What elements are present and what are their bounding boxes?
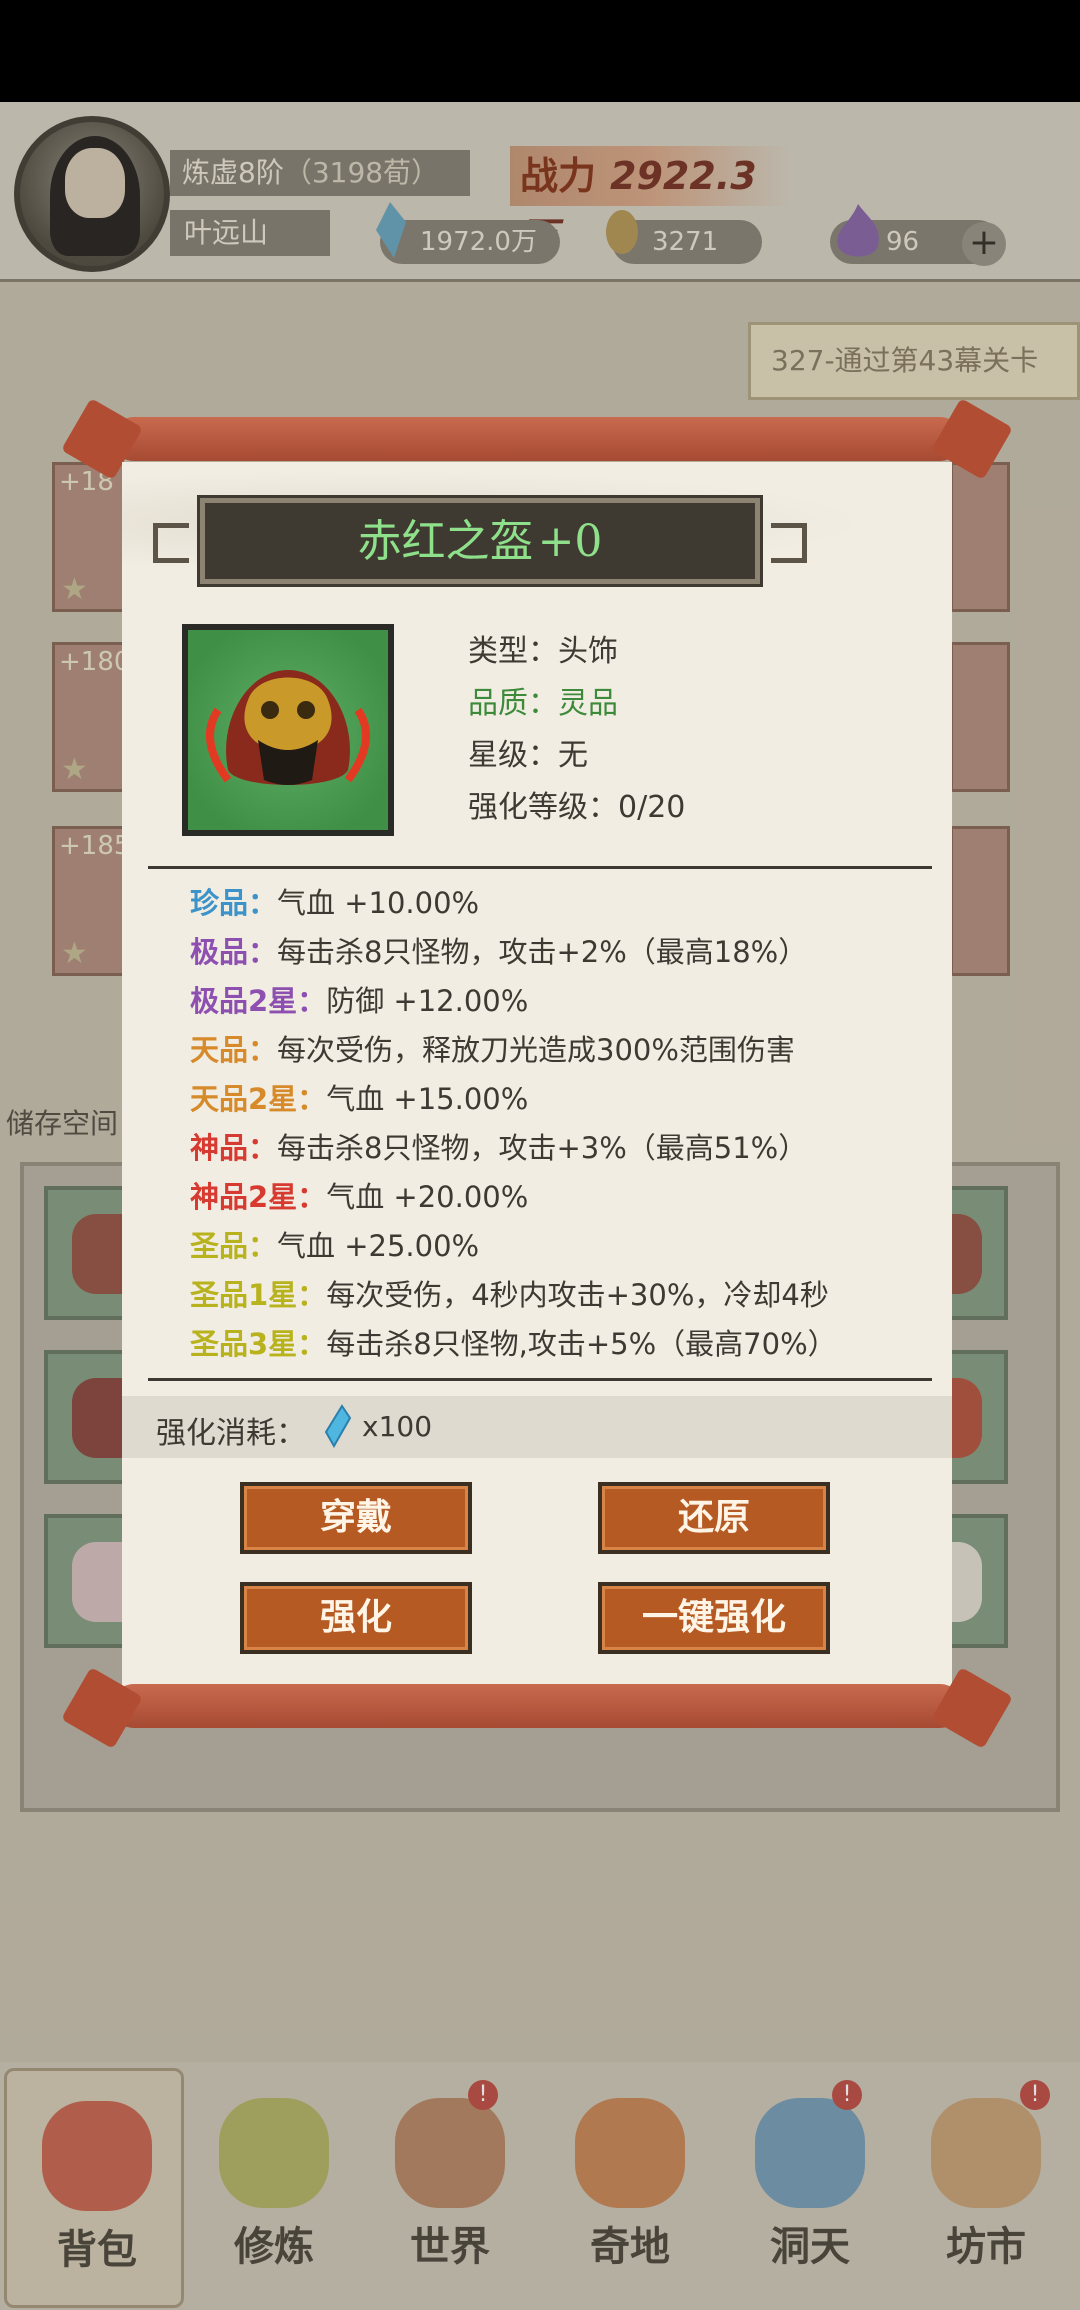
plaque-ornament	[153, 523, 189, 563]
attribute-text: 每击杀8只怪物，攻击+2%（最高18%）	[277, 935, 808, 969]
attribute-tier: 极品：	[190, 935, 278, 969]
item-enhance-level: +0	[537, 516, 603, 567]
cost-label: 强化消耗：	[156, 1416, 306, 1451]
item-icon-frame	[182, 624, 394, 836]
item-title-plaque: 赤红之盔+0	[153, 498, 807, 584]
attribute-tier: 极品2星：	[190, 984, 327, 1018]
attribute-row: 珍品：气血 +10.00%	[190, 880, 479, 922]
item-name: 赤红之盔+0	[205, 503, 755, 579]
info-value: 头饰	[558, 634, 618, 669]
info-key: 类型：	[468, 634, 558, 669]
info-key: 强化等级：	[468, 790, 618, 825]
info-value: 0/20	[618, 790, 686, 825]
attribute-row: 天品：每次受伤，释放刀光造成300%范围伤害	[190, 1027, 795, 1069]
attribute-row: 圣品3星：每击杀8只怪物,攻击+5%（最高70%）	[190, 1321, 837, 1363]
attribute-text: 每击杀8只怪物，攻击+3%（最高51%）	[277, 1131, 808, 1165]
attribute-row: 天品2星：气血 +15.00%	[190, 1076, 528, 1118]
info-value: 无	[558, 738, 588, 773]
enhance-cost-bar: 强化消耗： x100	[122, 1396, 952, 1458]
attribute-text: 气血 +20.00%	[326, 1180, 529, 1214]
attribute-tier: 神品2星：	[190, 1180, 327, 1214]
attribute-text: 每次受伤，4秒内攻击+30%，冷却4秒	[326, 1278, 829, 1312]
item-star-row: 星级：无	[468, 730, 588, 774]
attribute-tier: 神品：	[190, 1131, 278, 1165]
attribute-tier: 珍品：	[190, 886, 278, 920]
info-value: 灵品	[558, 686, 618, 721]
one-click-enhance-button[interactable]: 一键强化	[598, 1582, 830, 1654]
item-enhance-row: 强化等级：0/20	[468, 782, 685, 826]
attribute-row: 神品2星：气血 +20.00%	[190, 1174, 528, 1216]
attribute-row: 圣品：气血 +25.00%	[190, 1223, 479, 1265]
item-quality-row: 品质：灵品	[468, 678, 618, 722]
section-divider	[148, 1378, 932, 1381]
restore-button[interactable]: 还原	[598, 1482, 830, 1554]
attribute-tier: 天品2星：	[190, 1082, 327, 1116]
attribute-tier: 圣品：	[190, 1229, 278, 1263]
item-type-row: 类型：头饰	[468, 626, 618, 670]
cost-value: x100	[362, 1410, 433, 1443]
attribute-tier: 圣品3星：	[190, 1327, 327, 1361]
game-screen: { "header": { "realm": "炼虚8阶", "realm_su…	[0, 0, 1080, 2310]
attribute-row: 神品：每击杀8只怪物，攻击+3%（最高51%）	[190, 1125, 807, 1167]
attribute-row: 极品2星：防御 +12.00%	[190, 978, 528, 1020]
attribute-text: 气血 +15.00%	[326, 1082, 529, 1116]
attribute-tier: 天品：	[190, 1033, 278, 1067]
equip-button[interactable]: 穿戴	[240, 1482, 472, 1554]
info-key: 星级：	[468, 738, 558, 773]
red-lion-helmet-icon	[188, 630, 388, 830]
enhance-button[interactable]: 强化	[240, 1582, 472, 1654]
info-key: 品质：	[468, 686, 558, 721]
attribute-text: 气血 +10.00%	[277, 886, 480, 920]
item-name-text: 赤红之盔	[357, 516, 534, 567]
attribute-text: 气血 +25.00%	[277, 1229, 480, 1263]
plaque-ornament	[771, 523, 807, 563]
spirit-crystal-icon	[324, 1404, 352, 1448]
section-divider	[148, 866, 932, 869]
attribute-text: 防御 +12.00%	[326, 984, 529, 1018]
attribute-tier: 圣品1星：	[190, 1278, 327, 1312]
attribute-row: 圣品1星：每次受伤，4秒内攻击+30%，冷却4秒	[190, 1272, 829, 1314]
attribute-row: 极品：每击杀8只怪物，攻击+2%（最高18%）	[190, 929, 807, 971]
scroll-bottom-roller	[61, 1667, 1013, 1749]
attribute-text: 每次受伤，释放刀光造成300%范围伤害	[277, 1033, 795, 1067]
attribute-text: 每击杀8只怪物,攻击+5%（最高70%）	[326, 1327, 837, 1361]
